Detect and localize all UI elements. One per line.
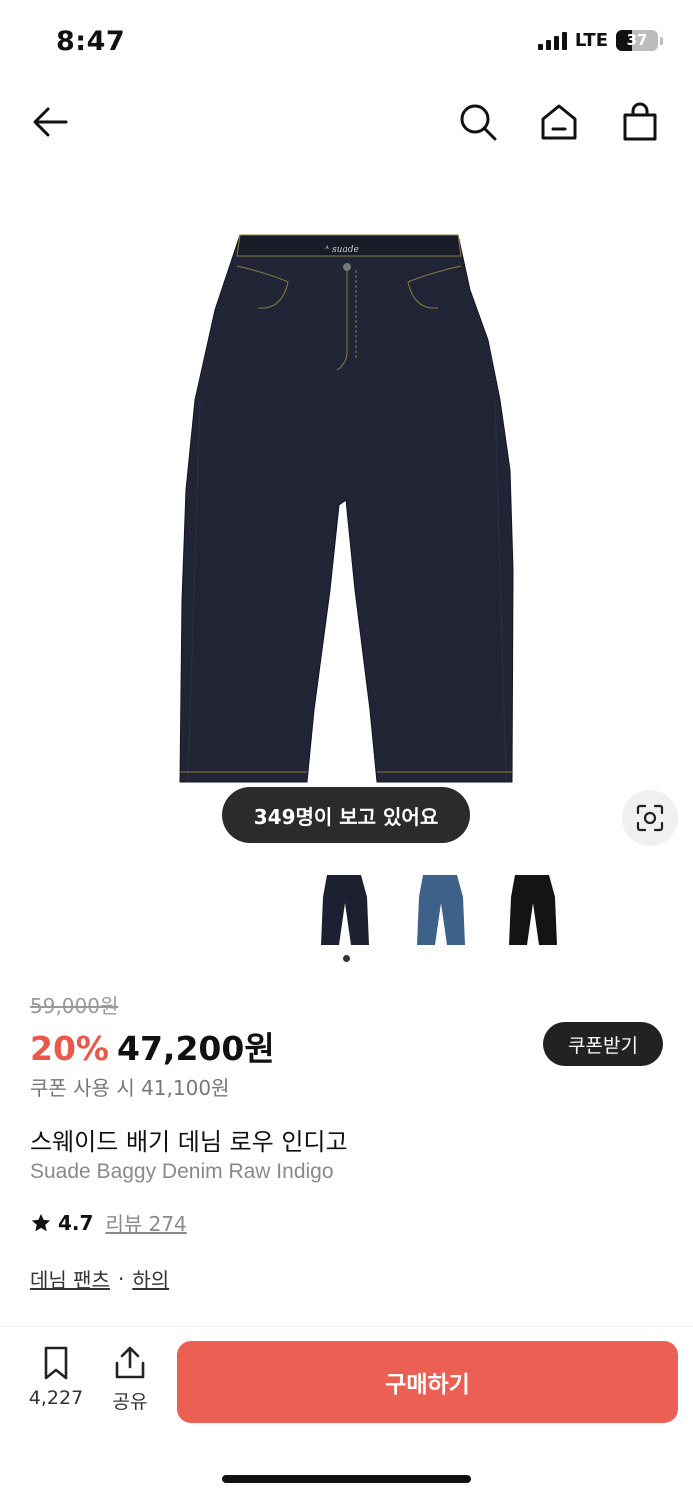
subcategory-link[interactable]: 하의 xyxy=(132,1264,169,1293)
status-time: 8:47 xyxy=(56,26,126,57)
category-breadcrumb: 데님 팬츠 · 하의 xyxy=(30,1264,169,1293)
product-image[interactable]: ᴬ suade xyxy=(0,170,693,860)
back-arrow-icon xyxy=(33,107,68,137)
home-icon xyxy=(541,104,577,140)
thumbnail-blue[interactable] xyxy=(396,862,486,952)
top-nav xyxy=(0,92,693,152)
share-icon xyxy=(115,1346,145,1379)
star-icon xyxy=(31,1213,51,1231)
status-indicators: LTE 37 xyxy=(537,30,663,51)
bottom-action-bar: 4,227 공유 구매하기 xyxy=(0,1326,693,1500)
lens-search-icon xyxy=(636,804,664,832)
reviews-link[interactable]: 리뷰 274 xyxy=(105,1208,186,1237)
discount-rate: 20% xyxy=(30,1029,109,1068)
bookmark-button[interactable]: 4,227 xyxy=(16,1345,96,1409)
buy-button[interactable]: 구매하기 xyxy=(177,1341,678,1423)
share-button[interactable]: 공유 xyxy=(90,1345,170,1414)
back-button[interactable] xyxy=(26,98,74,146)
bookmark-count: 4,227 xyxy=(28,1387,84,1409)
bookmark-icon xyxy=(44,1346,68,1380)
jeans-thumb-icon xyxy=(509,875,557,945)
battery-cap xyxy=(660,36,663,45)
product-title-korean: 스웨이드 배기 데님 로우 인디고 xyxy=(30,1128,348,1156)
product-title-english: Suade Baggy Denim Raw Indigo xyxy=(30,1160,334,1183)
shopping-bag-icon xyxy=(623,102,657,141)
visual-search-button[interactable] xyxy=(622,790,678,846)
jeans-image: ᴬ suade xyxy=(179,234,514,783)
battery-icon: 37 xyxy=(616,30,658,51)
home-button[interactable] xyxy=(535,98,583,146)
variant-thumbnails xyxy=(300,862,590,952)
original-price: 59,000원 xyxy=(30,994,119,1018)
search-icon xyxy=(460,104,497,141)
viewers-badge: 349명이 보고 있어요 xyxy=(222,787,470,843)
price-row: 20% 47,200원 xyxy=(30,1022,275,1070)
coupon-price: 쿠폰 사용 시 41,100원 xyxy=(30,1076,230,1100)
carousel-indicator xyxy=(343,955,350,962)
battery-percent: 37 xyxy=(626,31,648,49)
sale-price: 47,200원 xyxy=(117,1029,275,1068)
thumbnail-black[interactable] xyxy=(488,862,578,952)
svg-text:ᴬ suade: ᴬ suade xyxy=(324,245,359,255)
search-button[interactable] xyxy=(454,98,502,146)
signal-icon xyxy=(537,31,567,50)
thumbnail-indigo[interactable] xyxy=(300,862,390,952)
status-bar: 8:47 LTE 37 xyxy=(0,0,693,86)
get-coupon-button[interactable]: 쿠폰받기 xyxy=(543,1022,663,1066)
category-link[interactable]: 데님 팬츠 xyxy=(30,1264,110,1293)
rating-value: 4.7 xyxy=(58,1210,94,1235)
network-label: LTE xyxy=(574,30,608,51)
category-separator: · xyxy=(117,1266,125,1291)
home-indicator xyxy=(222,1475,471,1483)
share-label: 공유 xyxy=(112,1391,148,1413)
jeans-thumb-icon xyxy=(321,875,369,945)
jeans-thumb-icon xyxy=(417,875,465,945)
cart-button[interactable] xyxy=(616,98,664,146)
rating-row: 4.7 리뷰 274 xyxy=(30,1208,187,1237)
